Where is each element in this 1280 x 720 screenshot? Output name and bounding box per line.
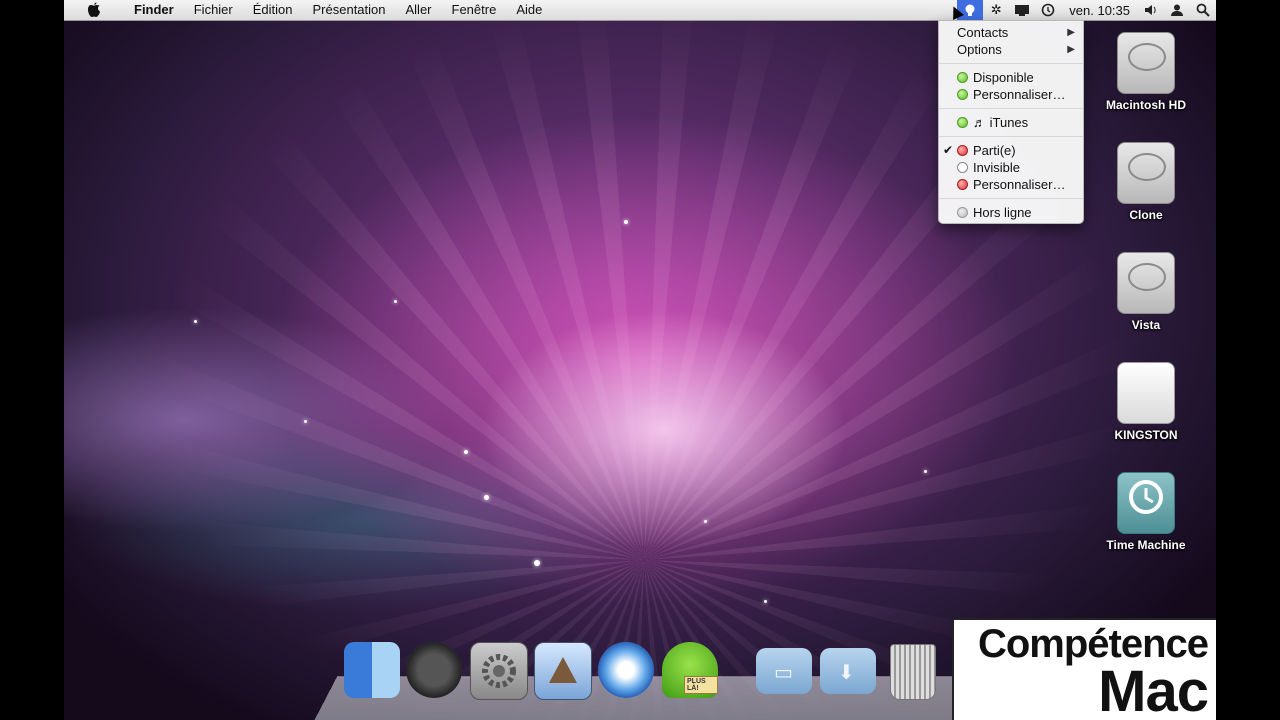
volume-icon[interactable] (1138, 0, 1164, 20)
menu-separator (939, 198, 1083, 199)
menu-help[interactable]: Aide (506, 0, 552, 20)
empty-status-dot-icon (957, 162, 968, 173)
competence-mac-logo: Compétence Mac (952, 618, 1216, 720)
desktop-screen: Finder Fichier Édition Présentation Alle… (64, 0, 1216, 720)
logo-line-2: Mac (1098, 659, 1209, 720)
menu-clock[interactable]: ven. 10:35 (1061, 3, 1138, 18)
menu-item-label: ♬ iTunes (973, 115, 1029, 130)
star (484, 495, 489, 500)
green-status-dot-icon (957, 89, 968, 100)
submenu-arrow-icon: ▶ (1067, 44, 1075, 55)
menu-item-label: Invisible (973, 160, 1020, 175)
right-letterbox (1216, 0, 1280, 720)
menu-item-away[interactable]: ✔ Parti(e) (939, 142, 1083, 159)
user-icon[interactable] (1164, 0, 1190, 20)
star (534, 560, 540, 566)
menu-separator (939, 136, 1083, 137)
download-arrow-icon: ⬇ (838, 662, 855, 684)
status-dropdown-menu: Contacts ▶ Options ▶ Disponible Personna… (938, 20, 1084, 224)
checkmark-icon: ✔ (943, 143, 954, 157)
apple-logo-icon[interactable] (64, 2, 124, 18)
downloads-folder-icon[interactable]: ⬇ (820, 648, 876, 694)
menu-item-available[interactable]: Disponible (939, 69, 1083, 86)
desktop-icon-kingston[interactable]: KINGSTON (1096, 362, 1196, 442)
grey-status-dot-icon (957, 207, 968, 218)
menu-window[interactable]: Fenêtre (442, 0, 507, 20)
desktop-icon-label: Time Machine (1106, 538, 1186, 552)
red-status-dot-icon (957, 145, 968, 156)
documents-folder-icon[interactable]: ▭ (756, 648, 812, 694)
adium-icon[interactable]: PLUS LÀ! (662, 642, 718, 698)
desktop-icon-time-machine[interactable]: Time Machine (1096, 472, 1196, 552)
menu-item-invisible[interactable]: Invisible (939, 159, 1083, 176)
desktop-icon-label: Macintosh HD (1105, 98, 1186, 112)
star (394, 300, 397, 303)
left-letterbox (0, 0, 64, 720)
desktop-icon-clone[interactable]: Clone (1096, 142, 1196, 222)
menu-item-offline[interactable]: Hors ligne (939, 204, 1083, 221)
menu-item-label: Options (957, 42, 1002, 57)
menu-separator (939, 108, 1083, 109)
dashboard-icon[interactable] (406, 642, 462, 698)
menu-item-label: Personnaliser… (973, 87, 1066, 102)
menu-item-label: Parti(e) (973, 143, 1016, 158)
document-glyph-icon: ▭ (774, 662, 793, 684)
star (304, 420, 307, 423)
star (924, 470, 927, 473)
trash-icon[interactable] (890, 644, 936, 700)
display-icon[interactable] (1009, 0, 1035, 20)
menu-finder[interactable]: Finder (124, 0, 184, 20)
mail-icon[interactable] (534, 642, 592, 700)
menu-item-label: Contacts (957, 25, 1009, 40)
desktop-icon-label: Clone (1129, 208, 1163, 222)
usb-drive-icon (1117, 362, 1175, 424)
menu-item-itunes[interactable]: ♬ iTunes (939, 114, 1083, 131)
menu-item-label: Disponible (973, 70, 1034, 85)
star (464, 450, 468, 454)
desktop-icon-label: KINGSTON (1114, 428, 1178, 442)
menu-bar: Finder Fichier Édition Présentation Alle… (64, 0, 1216, 21)
menu-item-away-custom[interactable]: Personnaliser… (939, 176, 1083, 193)
adium-sign: PLUS LÀ! (684, 676, 718, 694)
menu-go[interactable]: Aller (396, 0, 442, 20)
menu-item-label: Hors ligne (973, 205, 1032, 220)
hard-disk-icon (1117, 32, 1175, 94)
menu-separator (939, 63, 1083, 64)
time-machine-icon[interactable] (1035, 0, 1061, 20)
menu-item-contacts[interactable]: Contacts ▶ (939, 24, 1083, 41)
desktop-icon-label: Vista (1131, 318, 1161, 332)
menu-item-options[interactable]: Options ▶ (939, 41, 1083, 58)
star (624, 220, 628, 224)
status-area: ✲ ven. 10:35 (957, 0, 1216, 20)
red-status-dot-icon (957, 179, 968, 190)
desktop-icon-macintosh-hd[interactable]: Macintosh HD (1096, 32, 1196, 112)
submenu-arrow-icon: ▶ (1067, 27, 1075, 38)
desktop-icon-vista[interactable]: Vista (1096, 252, 1196, 332)
green-status-dot-icon (957, 72, 968, 83)
menu-edit[interactable]: Édition (243, 0, 303, 20)
menu-item-available-custom[interactable]: Personnaliser… (939, 86, 1083, 103)
star (764, 600, 767, 603)
time-machine-drive-icon (1117, 472, 1175, 534)
system-preferences-icon[interactable] (470, 642, 528, 700)
green-status-dot-icon (957, 117, 968, 128)
finder-icon[interactable] (344, 642, 400, 698)
spotlight-search-icon[interactable] (1190, 0, 1216, 20)
star (194, 320, 197, 323)
menu-item-label: Personnaliser… (973, 177, 1066, 192)
brightness-icon[interactable]: ✲ (983, 0, 1009, 20)
hard-disk-icon (1117, 142, 1175, 204)
star (704, 520, 707, 523)
menu-file[interactable]: Fichier (184, 0, 243, 20)
hard-disk-icon (1117, 252, 1175, 314)
safari-icon[interactable] (598, 642, 654, 698)
menu-view[interactable]: Présentation (303, 0, 396, 20)
